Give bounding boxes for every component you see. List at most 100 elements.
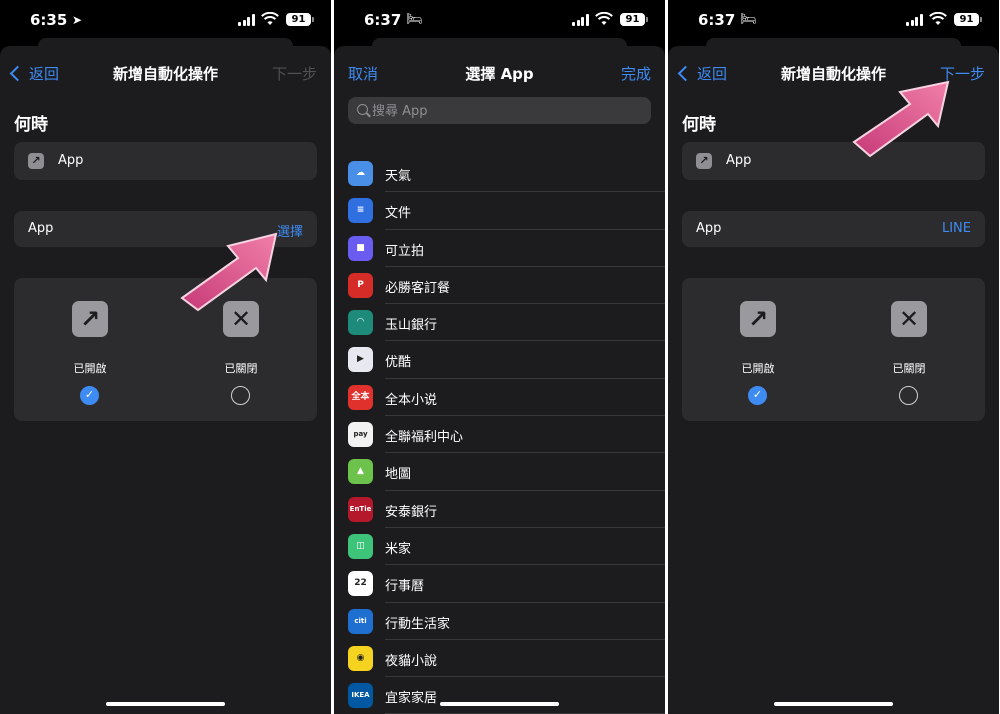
state-options: ↗ 已開啟 ✓ ✕ 已關閉 xyxy=(682,278,985,421)
app-row[interactable]: App LINE xyxy=(682,211,985,247)
app-name: 玉山銀行 xyxy=(385,318,438,334)
nav-bar: 取消 選擇 App 完成 xyxy=(334,46,665,98)
option-opened[interactable]: ↗ 已開啟 ✓ xyxy=(30,278,150,421)
list-item[interactable]: citi 行動生活家 xyxy=(348,603,665,640)
list-item[interactable]: ◉ 夜貓小說 xyxy=(348,640,665,678)
next-button[interactable]: 下一步 xyxy=(272,63,317,84)
app-list: ☁ 天氣 ≡ 文件 ■ 可立拍 P 必勝客訂餐 ◠ 玉山銀行 ▶ 优酷 全本 全本小说 pay 全聯福利中心 ▲… xyxy=(348,155,665,714)
app-name: 文件 xyxy=(385,206,412,222)
search-bar[interactable] xyxy=(348,97,651,124)
cellular-signal-icon xyxy=(906,14,923,26)
radio-selected-checkmark-icon[interactable]: ✓ xyxy=(748,386,767,405)
app-arrow-icon: ↗ xyxy=(28,153,44,169)
app-row[interactable]: App 選擇 xyxy=(14,211,317,247)
phone-screen-3: 6:37 🛏 91 返回 新增自動化操作 下一步 何時 ↗ App App LI… xyxy=(668,0,999,714)
wifi-icon xyxy=(929,12,947,25)
list-item[interactable]: ▶ 优酷 xyxy=(348,341,665,379)
section-title: 何時 xyxy=(14,115,48,135)
list-item[interactable]: IKEA 宜家家居 xyxy=(348,677,665,714)
list-item[interactable]: P 必勝客訂餐 xyxy=(348,267,665,305)
page-title: 選擇 App xyxy=(465,65,534,83)
radio-unselected[interactable] xyxy=(899,386,918,405)
trigger-label: App xyxy=(58,153,84,168)
cellular-signal-icon xyxy=(572,14,589,26)
bed-icon: 🛏 xyxy=(406,12,423,27)
list-item[interactable]: ☁ 天氣 xyxy=(348,155,665,193)
esun-bank-icon: ◠ xyxy=(348,310,373,336)
option-closed[interactable]: ✕ 已關閉 xyxy=(849,278,969,421)
automation-sheet: 返回 新增自動化操作 下一步 何時 ↗ App App LINE ↗ 已開啟 ✓… xyxy=(668,46,999,714)
section-title: 何時 xyxy=(682,115,716,135)
weather-icon: ☁ xyxy=(348,161,373,186)
app-name: 安泰銀行 xyxy=(385,504,438,520)
option-closed[interactable]: ✕ 已關閉 xyxy=(181,278,301,421)
status-time: 6:37 xyxy=(698,11,736,29)
status-time: 6:37 xyxy=(364,11,402,29)
selected-app-value[interactable]: LINE xyxy=(942,221,971,236)
location-arrow-icon: ➤ xyxy=(72,13,83,27)
app-name: 行事曆 xyxy=(385,579,425,595)
option-opened[interactable]: ↗ 已開啟 ✓ xyxy=(698,278,818,421)
app-name: 优酷 xyxy=(385,355,412,371)
option-label: 已開啟 xyxy=(741,362,775,375)
list-item[interactable]: EnTie 安泰銀行 xyxy=(348,491,665,528)
app-name: 行動生活家 xyxy=(385,616,451,632)
docs-icon: ≡ xyxy=(348,198,373,224)
status-time: 6:35 xyxy=(30,11,68,29)
list-item[interactable]: 全本 全本小说 xyxy=(348,379,665,417)
list-item[interactable]: ▲ 地圖 xyxy=(348,453,665,491)
pizza-hut-icon: P xyxy=(348,272,373,298)
wifi-icon xyxy=(595,12,613,25)
choose-app-button[interactable]: 選擇 xyxy=(277,221,303,240)
home-indicator xyxy=(440,702,559,706)
list-item[interactable]: ≡ 文件 xyxy=(348,192,665,230)
radio-selected-checkmark-icon[interactable]: ✓ xyxy=(80,386,99,405)
app-name: 米家 xyxy=(385,541,412,557)
phone-screen-1: 6:35 ➤ 91 返回 新增自動化操作 下一步 何時 ↗ App App 選擇… xyxy=(0,0,331,714)
list-item[interactable]: ■ 可立拍 xyxy=(348,230,665,267)
automation-sheet: 返回 新增自動化操作 下一步 何時 ↗ App App 選擇 ↗ 已開啟 ✓ ✕… xyxy=(0,46,331,714)
clips-icon: ■ xyxy=(348,235,373,261)
wifi-icon xyxy=(261,12,279,25)
list-item[interactable]: 22 行事曆 xyxy=(348,565,665,603)
cellular-signal-icon xyxy=(238,14,255,26)
home-indicator xyxy=(774,702,893,706)
app-row-label: App xyxy=(28,221,54,236)
app-name: 全本小说 xyxy=(385,392,438,408)
state-options: ↗ 已開啟 ✓ ✕ 已關閉 xyxy=(14,278,317,421)
radio-unselected[interactable] xyxy=(231,386,250,405)
app-name: 宜家家居 xyxy=(385,691,438,707)
entie-bank-icon: EnTie xyxy=(348,496,373,522)
app-name: 必勝客訂餐 xyxy=(385,280,451,296)
app-name: 夜貓小說 xyxy=(385,653,438,669)
app-name: 全聯福利中心 xyxy=(385,430,464,446)
nav-bar: 返回 新增自動化操作 下一步 xyxy=(668,46,999,98)
list-item[interactable]: pay 全聯福利中心 xyxy=(348,416,665,454)
app-name: 可立拍 xyxy=(385,243,425,259)
next-button[interactable]: 下一步 xyxy=(940,63,985,84)
arrow-up-right-icon: ↗ xyxy=(72,301,108,337)
battery-icon: 91 xyxy=(286,13,314,26)
bed-icon: 🛏 xyxy=(740,12,757,27)
novel-icon: 全本 xyxy=(348,384,373,410)
arrow-up-right-icon: ↗ xyxy=(740,301,776,337)
trigger-row[interactable]: ↗ App xyxy=(14,142,317,180)
search-icon xyxy=(357,104,368,115)
search-input[interactable] xyxy=(372,102,622,120)
option-label: 已關閉 xyxy=(224,362,258,375)
trigger-row[interactable]: ↗ App xyxy=(682,142,985,180)
option-label: 已開啟 xyxy=(73,362,107,375)
list-item[interactable]: ◫ 米家 xyxy=(348,528,665,566)
calendar-icon: 22 xyxy=(348,571,373,597)
app-name: 天氣 xyxy=(385,169,412,184)
citi-icon: citi xyxy=(348,608,373,634)
list-item[interactable]: ◠ 玉山銀行 xyxy=(348,304,665,342)
maps-icon: ▲ xyxy=(348,459,373,485)
battery-icon: 91 xyxy=(954,13,982,26)
pxpay-icon: pay xyxy=(348,422,373,448)
xmark-icon: ✕ xyxy=(891,301,927,337)
done-button[interactable]: 完成 xyxy=(621,63,651,84)
app-arrow-icon: ↗ xyxy=(696,153,712,169)
youku-icon: ▶ xyxy=(348,347,373,373)
owl-icon: ◉ xyxy=(348,645,373,671)
